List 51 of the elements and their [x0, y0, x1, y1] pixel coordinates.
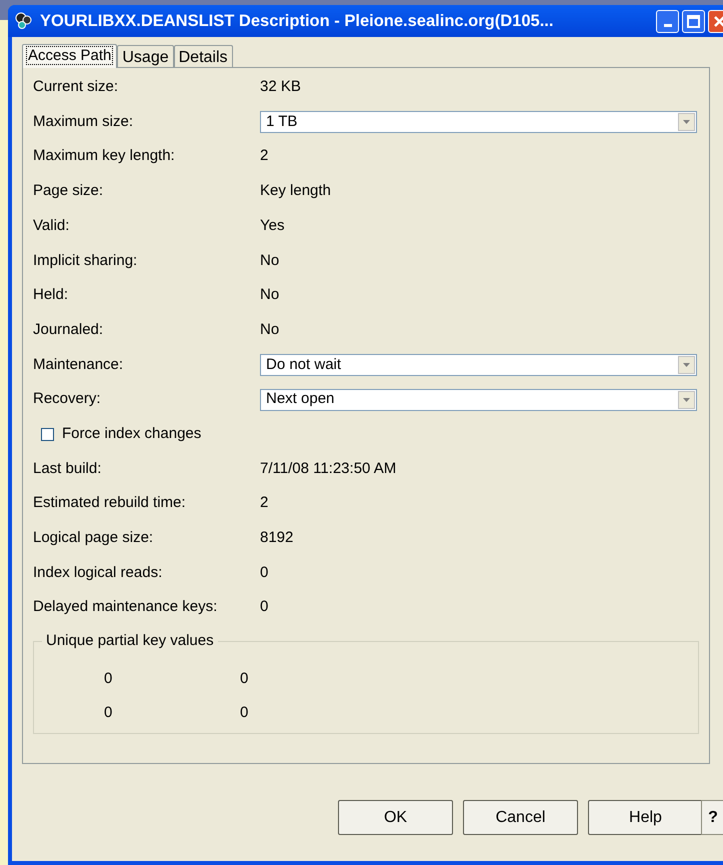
- maximize-icon: [687, 14, 700, 28]
- field-value: No: [260, 320, 280, 340]
- field-label: Implicit sharing:: [33, 250, 138, 271]
- dialog-button[interactable]: OK: [338, 800, 453, 835]
- field-value: 0: [260, 562, 268, 583]
- field-value: Yes: [260, 216, 284, 236]
- window-title: YOURLIBXX.DEANSLIST Description - Pleione.sealinc.org(D105...: [40, 10, 554, 32]
- dropdown[interactable]: Next open: [260, 388, 697, 411]
- help-question-button[interactable]: ?: [701, 800, 723, 835]
- field-value: 2: [260, 493, 268, 514]
- value-cell-text: 0: [240, 668, 248, 689]
- field-value: 0: [260, 597, 268, 618]
- field-value: 7/11/08 11:23:50 AM: [260, 458, 396, 479]
- dialog-button[interactable]: Cancel: [463, 800, 578, 835]
- maximize-button[interactable]: [682, 10, 705, 32]
- field-label: Maximum size:: [33, 112, 134, 132]
- field-label: Held:: [33, 285, 70, 306]
- app-icon: [14, 11, 34, 31]
- field-label: Current size:: [33, 77, 120, 98]
- field-value: 2: [260, 146, 268, 166]
- minimize-icon: [664, 24, 672, 26]
- field-value: 8192: [260, 528, 294, 548]
- field-value: No: [260, 285, 280, 306]
- field-label: Page size:: [33, 181, 104, 202]
- tab[interactable]: Access Path: [22, 44, 118, 68]
- group-title: Unique partial key values: [42, 631, 218, 651]
- field-label: Last build:: [33, 458, 102, 479]
- field-label: Journaled:: [33, 320, 104, 340]
- field-label: Estimated rebuild time:: [33, 493, 187, 514]
- field-label: Logical page size:: [33, 528, 154, 548]
- tab[interactable]: Usage: [117, 45, 174, 67]
- field-label: Maximum key length:: [33, 146, 176, 166]
- checkbox-label: Force index changes: [62, 424, 202, 444]
- field-value: 32 KB: [260, 77, 301, 98]
- field-value: No: [260, 250, 280, 271]
- value-cell-text: 0: [240, 702, 248, 723]
- field-label: Index logical reads:: [33, 562, 164, 583]
- tab[interactable]: Details: [174, 45, 233, 67]
- dropdown[interactable]: 1 TB: [260, 111, 697, 134]
- field-label: Recovery:: [33, 389, 102, 410]
- field-label: Delayed maintenance keys:: [33, 597, 218, 618]
- field-label: Maintenance:: [33, 354, 124, 375]
- dialog-button[interactable]: Help: [588, 800, 703, 835]
- field-label: Valid:: [33, 216, 70, 236]
- dropdown[interactable]: Do not wait: [260, 354, 697, 376]
- checkbox[interactable]: [41, 428, 54, 441]
- field-value: Key length: [260, 181, 331, 202]
- value-cell-text: 0: [104, 702, 114, 723]
- close-icon: [713, 14, 723, 28]
- value-cell-text: 0: [104, 668, 114, 689]
- minimize-button[interactable]: [656, 10, 679, 32]
